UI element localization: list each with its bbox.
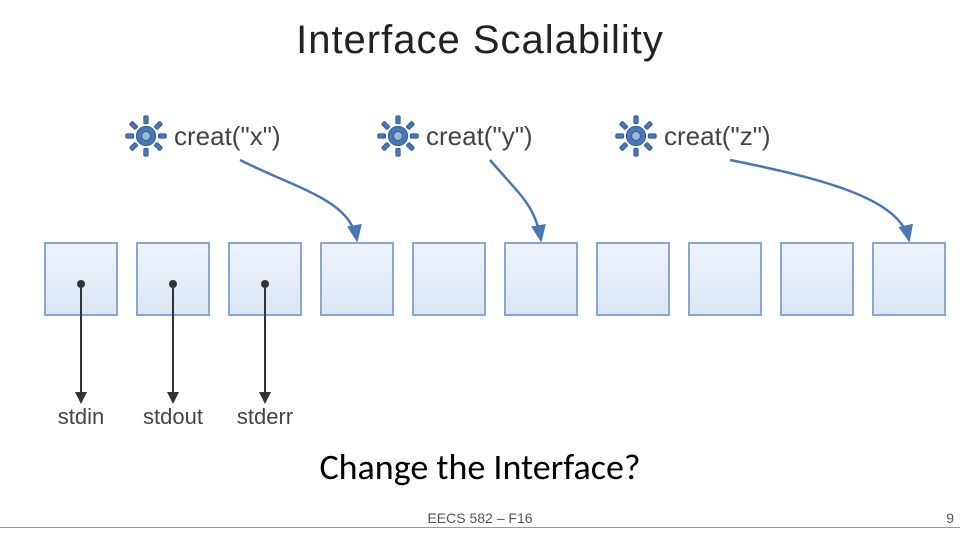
stdout-label: stdout — [143, 404, 203, 430]
arrow-stem — [172, 284, 174, 394]
fd-box-8 — [780, 242, 854, 316]
arrow-head-icon — [75, 392, 87, 404]
stdin-label: stdin — [58, 404, 104, 430]
footer-page-number: 9 — [946, 510, 954, 526]
footer-course: EECS 582 – F16 — [0, 510, 960, 526]
fd-table: stdin stdout stderr — [44, 242, 946, 316]
fd-box-0: stdin — [44, 242, 118, 316]
gear-icon — [124, 114, 168, 158]
fd-box-4 — [412, 242, 486, 316]
arrow-head-icon — [167, 392, 179, 404]
arrow-stem — [80, 284, 82, 394]
stderr-label: stderr — [237, 404, 293, 430]
arrow-head-icon — [259, 392, 271, 404]
syscall-label: creat("x") — [174, 121, 281, 152]
syscall-creat-z: creat("z") — [614, 114, 771, 158]
syscall-creat-y: creat("y") — [376, 114, 533, 158]
gear-icon — [614, 114, 658, 158]
slide: Interface Scalability — [0, 0, 960, 540]
fd-box-3 — [320, 242, 394, 316]
footer: EECS 582 – F16 9 — [0, 527, 960, 532]
fd-box-2: stderr — [228, 242, 302, 316]
fd-box-5 — [504, 242, 578, 316]
fd-box-7 — [688, 242, 762, 316]
fd-box-1: stdout — [136, 242, 210, 316]
arrow-stem — [264, 284, 266, 394]
slide-subtitle: Change the Interface? — [0, 445, 960, 489]
syscall-label: creat("y") — [426, 121, 533, 152]
syscall-creat-x: creat("x") — [124, 114, 281, 158]
fd-box-6 — [596, 242, 670, 316]
slide-title: Interface Scalability — [0, 18, 960, 63]
syscall-label: creat("z") — [664, 121, 771, 152]
fd-box-9 — [872, 242, 946, 316]
gear-icon — [376, 114, 420, 158]
